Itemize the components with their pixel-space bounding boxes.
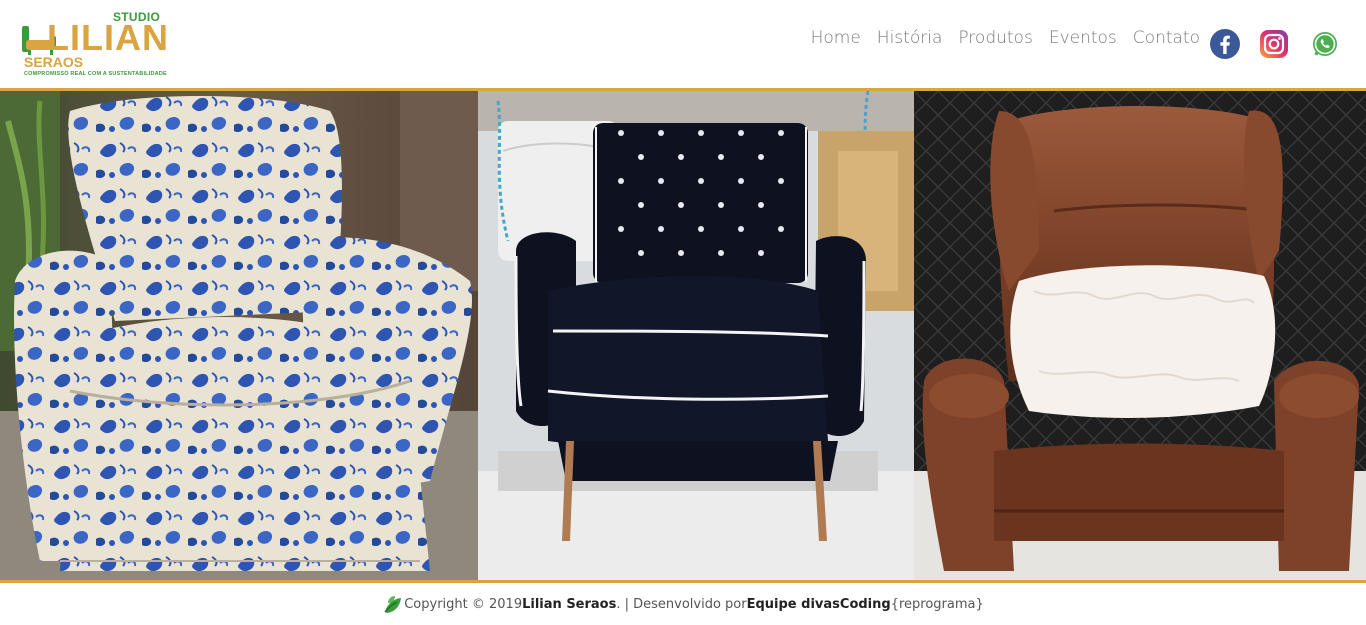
footer-owner: Lilian Seraos: [522, 596, 617, 612]
footer-team[interactable]: Equipe divasCoding: [747, 597, 891, 612]
footer-suffix: {reprograma}: [890, 596, 984, 612]
nav-contato[interactable]: Contato: [1133, 28, 1200, 48]
whatsapp-icon[interactable]: [1309, 28, 1341, 60]
nav-home[interactable]: Home: [811, 28, 861, 48]
nav-historia[interactable]: História: [877, 28, 943, 48]
logo-surname: SERAOS: [24, 54, 84, 70]
footer-copyright: Copyright © 2019: [404, 596, 523, 612]
brown-leather-wingchair-photo[interactable]: [914, 91, 1366, 580]
product-gallery: [0, 91, 1366, 580]
nav-eventos[interactable]: Eventos: [1049, 28, 1117, 48]
floral-armchair-photo[interactable]: [0, 91, 478, 580]
footer-dev-prefix: . | Desenvolvido por: [616, 596, 747, 612]
logo-tagline: COMPROMISSO REAL COM A SUSTENTABILIDADE: [24, 71, 167, 77]
brand-logo[interactable]: STUDIO LILIAN SERAOS COMPROMISSO REAL CO…: [20, 10, 168, 80]
logo-name: LILIAN: [47, 17, 169, 58]
instagram-icon[interactable]: [1258, 28, 1290, 60]
facebook-icon[interactable]: [1209, 28, 1241, 60]
black-tufted-armchair-photo[interactable]: [478, 91, 914, 580]
nav-produtos[interactable]: Produtos: [958, 28, 1032, 48]
site-footer: Copyright © 2019 Lilian Seraos . | Desen…: [0, 583, 1366, 625]
site-header: STUDIO LILIAN SERAOS COMPROMISSO REAL CO…: [0, 0, 1366, 88]
leaf-icon: [384, 596, 402, 613]
main-nav: Home História Produtos Eventos Contato: [811, 28, 1200, 48]
